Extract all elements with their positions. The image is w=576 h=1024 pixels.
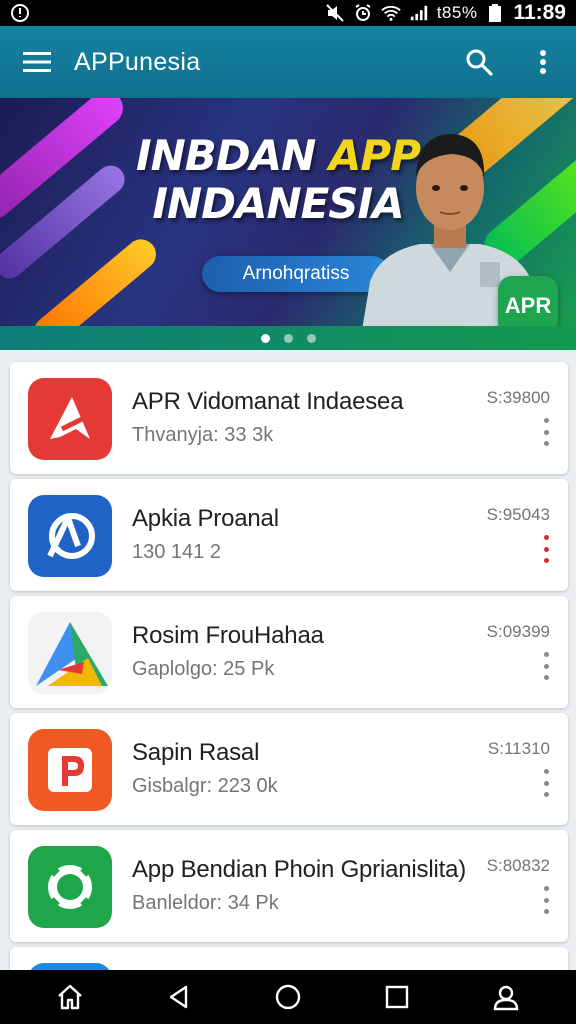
app-list-item[interactable]: Apkia Proanal 130 141 2 S:95043: [10, 479, 568, 591]
cell-signal-icon: [409, 3, 429, 23]
app-name: Apkia Proanal: [132, 505, 279, 532]
app-size: S:95043: [486, 505, 550, 524]
app-bar: APPunesia: [0, 26, 576, 98]
assistant-nav-button[interactable]: [486, 977, 526, 1017]
app-name: APR Vidomanat Indaesea: [132, 388, 404, 415]
app-size: S:80832: [486, 856, 550, 875]
app-meta: Thvanyja: 33 3k: [132, 424, 274, 446]
app-meta: Gisbalgr: 223 0k: [132, 775, 278, 797]
app-notification-icon: [10, 3, 30, 23]
recents-nav-button[interactable]: [377, 977, 417, 1017]
account-icon: [493, 985, 518, 1011]
square-icon: [385, 985, 408, 1009]
app-list-item[interactable]: App Bendian Phoin Gprianislita) Banleldor…: [10, 830, 568, 942]
red-arrow-icon: [28, 378, 112, 460]
wifi-icon: [380, 3, 401, 23]
item-more-button[interactable]: [538, 418, 554, 446]
carousel-dot[interactable]: [260, 333, 270, 343]
app-list: APR Vidomanat Indaesea Thvanyja: 33 3k S:3…: [10, 362, 568, 992]
app-size: S:39800: [486, 388, 550, 407]
ring-logo-icon: [28, 846, 112, 928]
item-more-button[interactable]: [538, 652, 554, 680]
overflow-menu-button[interactable]: [526, 45, 560, 79]
app-meta: Gaplolgo: 25 Pk: [132, 658, 275, 680]
app-name: App Bendian Phoin Gprianislita): [132, 856, 467, 883]
status-bar: t85% 11:89: [0, 0, 576, 26]
circle-icon: [275, 984, 301, 1010]
blue-circle-logo-icon: [28, 495, 112, 577]
app-list-item[interactable]: APR Vidomanat Indaesea Thvanyja: 33 3k S:3…: [10, 362, 568, 474]
alarm-icon: [353, 3, 373, 23]
app-name: Rosim FrouHahaa: [132, 622, 324, 649]
battery-icon: [485, 3, 505, 23]
app-meta: 130 141 2: [132, 541, 221, 563]
search-button[interactable]: [462, 45, 496, 79]
app-title: APPunesia: [74, 47, 201, 76]
carousel-indicator: [0, 326, 576, 350]
p-logo-icon: [28, 729, 112, 811]
menu-button[interactable]: [20, 45, 54, 79]
back-triangle-icon: [169, 985, 188, 1009]
headline-part: INBDAN: [135, 131, 329, 180]
app-screen: t85% 11:89 APPunesia INBDAN APP INDANESI…: [0, 0, 576, 1024]
triangle-logo-icon: [28, 612, 112, 694]
item-more-button[interactable]: [538, 535, 554, 563]
promo-banner[interactable]: INBDAN APP INDANESIA Arnohqratiss APR: [0, 98, 576, 350]
more-vert-icon: [540, 50, 546, 74]
home-icon: [58, 984, 83, 1010]
app-name: Sapin Rasal: [132, 739, 260, 766]
item-more-button[interactable]: [538, 769, 554, 797]
home-nav-button[interactable]: [50, 977, 90, 1017]
app-size: S:09399: [486, 622, 550, 641]
item-more-button[interactable]: [538, 886, 554, 914]
app-list-item[interactable]: Sapin Rasal Gisbalgr: 223 0k S:11310: [10, 713, 568, 825]
back-nav-button[interactable]: [159, 977, 199, 1017]
hamburger-icon: [23, 52, 51, 72]
search-icon: [466, 49, 493, 76]
app-meta: Banleldor: 34 Pk: [132, 892, 279, 914]
carousel-dot[interactable]: [283, 333, 293, 343]
mute-icon: [325, 3, 345, 23]
home-circle-button[interactable]: [268, 977, 308, 1017]
system-nav-bar: [0, 970, 576, 1024]
carousel-dot[interactable]: [306, 333, 316, 343]
battery-percent: t85%: [436, 3, 478, 22]
app-list-item[interactable]: Rosim FrouHahaa Gaplolgo: 25 Pk S:09399: [10, 596, 568, 708]
clock: 11:89: [513, 1, 566, 24]
badge-text: APR: [504, 293, 552, 318]
app-size: S:11310: [487, 739, 550, 758]
